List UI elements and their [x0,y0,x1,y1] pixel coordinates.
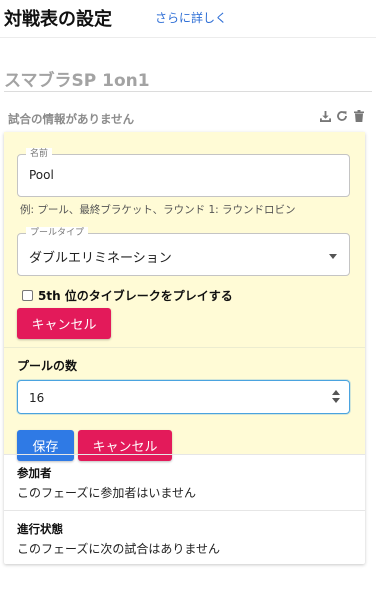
progress-title: 進行状態 [17,522,63,536]
name-field-value: Pool [29,168,54,182]
pool-count-value: 16 [29,391,45,405]
event-name: スマブラSP 1on1 [4,71,150,91]
tiebreak-checkbox[interactable] [22,290,33,301]
pool-settings-section: 名前 Pool 例: プール、最終ブラケット、ラウンド 1: ラウンドロビン プ… [4,132,365,348]
divider [4,91,372,92]
name-helper-text: 例: プール、最終ブラケット、ラウンド 1: ラウンドロビン [20,204,296,216]
spin-down-icon[interactable] [332,398,340,403]
progress-section: 進行状態 このフェーズに次の試合はありません [4,510,365,564]
tiebreak-option[interactable]: 5th 位のタイブレークをプレイする [22,287,233,304]
chevron-down-icon [329,254,337,259]
name-field[interactable]: 名前 Pool [17,148,350,197]
progress-text: このフェーズに次の試合はありません [17,542,221,556]
page-header: 対戦表の設定 さらに詳しく [0,0,376,38]
number-spinner[interactable] [332,390,340,404]
download-icon[interactable] [318,109,332,123]
pool-count-input[interactable]: 16 [17,380,350,414]
pool-type-label: プールタイプ [26,227,89,239]
page-title: 対戦表の設定 [4,9,112,30]
pool-count-label: プールの数 [17,359,78,373]
participants-title: 参加者 [17,466,52,480]
participants-section: 参加者 このフェーズに参加者はいません [4,454,365,510]
spin-up-icon[interactable] [332,390,340,395]
participants-text: このフェーズに参加者はいません [17,486,197,500]
phase-card: 名前 Pool 例: プール、最終ブラケット、ラウンド 1: ラウンドロビン プ… [4,132,365,564]
no-match-info: 試合の情報がありません [8,112,135,126]
pool-type-value: ダブルエリミネーション [29,251,172,266]
trash-icon[interactable] [352,109,366,123]
cancel-button[interactable]: キャンセル [17,308,111,339]
pool-type-select[interactable]: プールタイプ ダブルエリミネーション [17,227,350,276]
refresh-icon[interactable] [335,109,349,123]
toolbar [318,109,366,123]
tiebreak-label: 5th 位のタイブレークをプレイする [38,289,233,303]
pool-count-section: プールの数 16 保存 キャンセル [4,348,365,461]
name-field-label: 名前 [26,148,53,160]
learn-more-link[interactable]: さらに詳しく [155,9,227,26]
